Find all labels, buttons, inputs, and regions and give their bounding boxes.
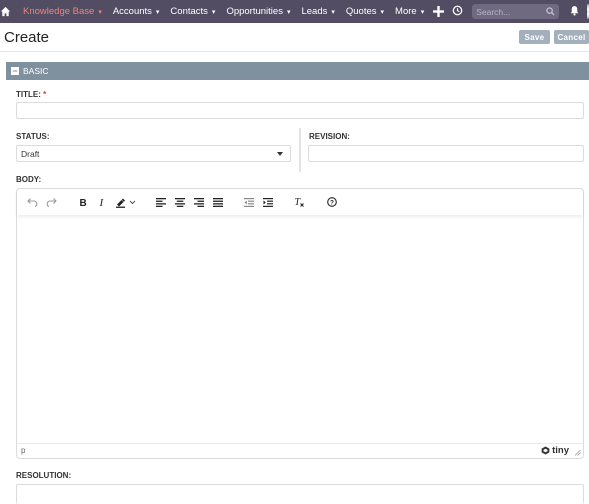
title-input[interactable] xyxy=(16,102,584,119)
align-right-icon xyxy=(193,197,204,207)
status-label: STATUS: xyxy=(16,132,50,141)
resolution-editor[interactable] xyxy=(16,484,584,504)
dropdown-arrow-icon xyxy=(277,152,283,156)
highlight-icon xyxy=(116,198,136,208)
nav-opportunities[interactable]: Opportunities ▾ xyxy=(226,6,290,17)
nav-more[interactable]: More ▾ xyxy=(395,6,424,17)
required-marker: * xyxy=(43,90,47,99)
clear-formatting-button[interactable]: T xyxy=(294,196,305,208)
nav-knowledge-base[interactable]: Knowledge Base ▾ xyxy=(23,6,102,17)
nav-label: Knowledge Base xyxy=(23,6,95,17)
status-select[interactable]: Draft xyxy=(16,145,291,162)
cancel-button[interactable]: Cancel xyxy=(554,30,589,44)
caret-down-icon: ▾ xyxy=(98,8,102,16)
search-icon[interactable] xyxy=(546,7,555,16)
nav-label: Quotes xyxy=(345,6,377,17)
justify-icon xyxy=(212,197,223,207)
nav-quotes[interactable]: Quotes ▾ xyxy=(346,6,384,17)
resize-handle-icon[interactable] xyxy=(574,449,581,456)
editor-statusbar: p tiny xyxy=(17,443,583,458)
tiny-branding-link[interactable]: tiny xyxy=(541,445,569,456)
caret-down-icon: ▾ xyxy=(420,8,425,16)
revision-input[interactable] xyxy=(308,145,584,162)
tiny-logo-icon xyxy=(541,446,550,455)
outdent-button[interactable] xyxy=(243,196,254,208)
body-label: BODY: xyxy=(16,175,42,184)
caret-down-icon: ▾ xyxy=(155,8,160,16)
nav-label: Accounts xyxy=(112,6,152,17)
redo-icon xyxy=(46,198,57,207)
title-label: TITLE: * xyxy=(16,90,46,99)
indent-icon xyxy=(262,197,273,207)
panel-title: BASIC xyxy=(23,66,49,76)
align-center-button[interactable] xyxy=(174,196,185,208)
bold-icon: B xyxy=(80,198,87,207)
revision-label: REVISION: xyxy=(309,132,350,141)
indent-button[interactable] xyxy=(262,196,273,208)
page-header: Create Save Cancel xyxy=(0,24,589,52)
undo-icon xyxy=(26,198,37,207)
editor-toolbar: B I T ? xyxy=(17,189,583,215)
search-input[interactable] xyxy=(476,6,547,17)
align-right-button[interactable] xyxy=(193,196,204,208)
caret-down-icon: ▾ xyxy=(380,8,385,16)
nav-label: Leads xyxy=(301,6,328,17)
body-editor: B I T ? p tiny xyxy=(16,188,584,459)
bold-button[interactable]: B xyxy=(78,196,88,208)
tiny-brand-text: tiny xyxy=(552,445,569,456)
element-path[interactable]: p xyxy=(21,446,25,455)
editor-content-area[interactable] xyxy=(17,215,583,444)
plus-icon xyxy=(433,6,445,17)
collapse-icon[interactable]: − xyxy=(11,67,19,76)
title-label-text: TITLE: xyxy=(16,90,41,99)
redo-button[interactable] xyxy=(45,196,57,208)
align-left-button[interactable] xyxy=(155,196,166,208)
italic-icon: I xyxy=(99,197,105,207)
italic-button[interactable]: I xyxy=(97,196,107,208)
bell-icon xyxy=(570,5,579,16)
caret-down-icon: ▾ xyxy=(211,8,216,16)
help-icon: ? xyxy=(326,197,337,207)
outdent-icon xyxy=(243,197,254,207)
caret-down-icon: ▾ xyxy=(286,8,291,16)
nav-label: Contacts xyxy=(170,6,208,17)
svg-text:B: B xyxy=(80,198,87,207)
align-left-icon xyxy=(155,197,166,207)
nav-label: More xyxy=(395,6,417,17)
svg-text:I: I xyxy=(99,197,105,207)
highlight-color-button[interactable] xyxy=(114,196,138,208)
clear-format-icon: T xyxy=(295,197,304,207)
nav-label: Opportunities xyxy=(226,6,283,17)
global-search[interactable] xyxy=(472,4,560,19)
undo-button[interactable] xyxy=(26,196,38,208)
recent-history-button[interactable] xyxy=(452,5,463,19)
nav-leads[interactable]: Leads ▾ xyxy=(301,6,334,17)
home-button[interactable] xyxy=(0,0,11,23)
top-nav: Knowledge Base ▾ Accounts ▾ Contacts ▾ O… xyxy=(0,0,589,23)
help-button[interactable]: ? xyxy=(326,196,337,208)
column-divider xyxy=(299,128,301,172)
save-button[interactable]: Save xyxy=(519,30,550,44)
home-icon xyxy=(0,6,11,17)
page-title: Create xyxy=(4,29,50,46)
justify-button[interactable] xyxy=(212,196,223,208)
svg-text:T: T xyxy=(295,197,302,207)
notifications-button[interactable] xyxy=(569,5,580,19)
resolution-label: RESOLUTION: xyxy=(16,471,72,480)
caret-down-icon: ▾ xyxy=(331,8,335,16)
nav-accounts[interactable]: Accounts ▾ xyxy=(113,6,160,17)
svg-text:?: ? xyxy=(330,200,334,207)
history-icon xyxy=(452,5,463,15)
panel-header-basic[interactable]: − BASIC xyxy=(6,62,589,80)
nav-contacts[interactable]: Contacts ▾ xyxy=(170,6,215,17)
quick-create-button[interactable] xyxy=(433,3,445,20)
align-center-icon xyxy=(174,197,185,207)
status-value: Draft xyxy=(21,148,40,159)
